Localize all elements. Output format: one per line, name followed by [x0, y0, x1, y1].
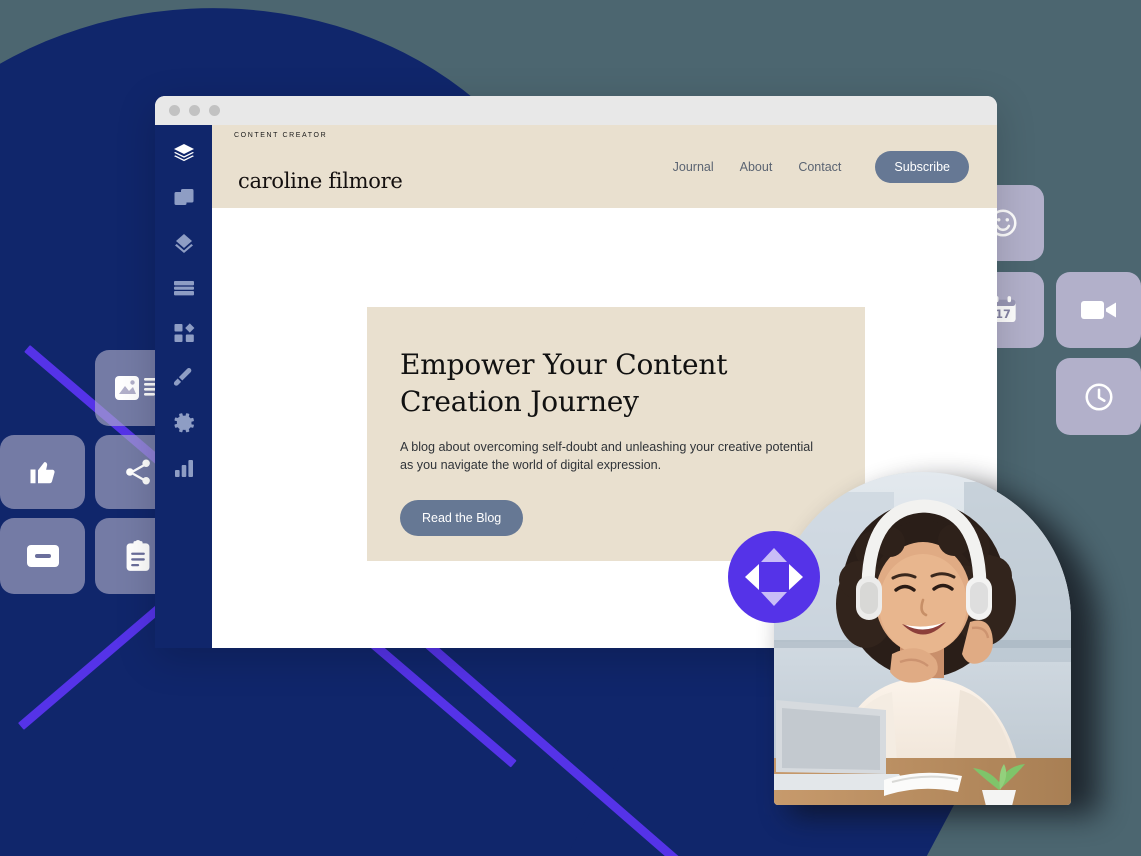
sidebar-item-layers-diamond[interactable] — [172, 231, 196, 255]
site-nav: Journal About Contact Subscribe — [673, 150, 969, 183]
sidebar-item-layers[interactable] — [172, 141, 196, 165]
brand-name: caroline filmore — [238, 168, 403, 193]
layers-diamond-icon — [174, 234, 193, 253]
dpad-control[interactable] — [728, 531, 820, 623]
window-maximize-dot[interactable] — [209, 105, 220, 116]
decor-card-clock — [1056, 358, 1141, 435]
photo-woman-with-headphones — [774, 472, 1071, 805]
hero-title: Empower Your Content Creation Journey — [400, 348, 728, 418]
dpad-arrow-left — [745, 564, 759, 590]
share-icon — [126, 459, 150, 485]
site-header: CONTENT CREATOR caroline filmore Journal… — [212, 125, 997, 208]
clock-icon — [1084, 382, 1113, 411]
brand-logo[interactable]: CONTENT CREATOR caroline filmore — [234, 132, 403, 195]
bar-chart-icon — [174, 460, 193, 477]
decor-card-video — [1056, 272, 1141, 348]
decor-card-thumbs-up — [0, 435, 85, 509]
subscribe-button[interactable]: Subscribe — [875, 150, 969, 183]
nav-link-about[interactable]: About — [740, 160, 773, 174]
layers-icon — [173, 144, 194, 162]
sidebar-item-widgets[interactable] — [172, 321, 196, 345]
nav-link-journal[interactable]: Journal — [673, 160, 714, 174]
app-sidebar — [155, 125, 212, 648]
window-close-dot[interactable] — [169, 105, 180, 116]
photo-illustration — [774, 472, 1071, 805]
read-the-blog-button[interactable]: Read the Blog — [400, 500, 524, 537]
sidebar-item-rows-layout[interactable] — [172, 276, 196, 300]
browser-titlebar — [155, 96, 997, 125]
nav-link-contact[interactable]: Contact — [798, 160, 841, 174]
clipboard-icon — [126, 540, 150, 571]
video-camera-icon — [1080, 301, 1116, 319]
brush-icon — [173, 368, 191, 386]
gear-icon — [173, 413, 194, 433]
svg-text:17: 17 — [995, 308, 1011, 321]
dpad-arrow-up — [761, 548, 787, 562]
decor-card-minus — [0, 518, 85, 594]
hero-card: Empower Your Content Creation Journey A … — [367, 307, 865, 561]
hero-subtitle: A blog about overcoming self-doubt and u… — [400, 439, 814, 473]
sidebar-item-copy[interactable] — [172, 186, 196, 210]
copy-icon — [174, 189, 193, 205]
sidebar-item-brush[interactable] — [172, 366, 196, 390]
rows-layout-icon — [173, 281, 194, 296]
thumbs-up-icon — [30, 462, 55, 484]
brand-tagline: CONTENT CREATOR — [234, 132, 327, 139]
widgets-grid-icon — [174, 323, 194, 342]
sidebar-item-settings[interactable] — [172, 411, 196, 435]
window-minimize-dot[interactable] — [189, 105, 200, 116]
sidebar-item-analytics[interactable] — [172, 456, 196, 480]
dpad-arrow-down — [761, 592, 787, 606]
minus-card-icon — [26, 545, 59, 567]
dpad-arrow-right — [789, 564, 803, 590]
dpad-arrows-icon — [745, 548, 803, 606]
